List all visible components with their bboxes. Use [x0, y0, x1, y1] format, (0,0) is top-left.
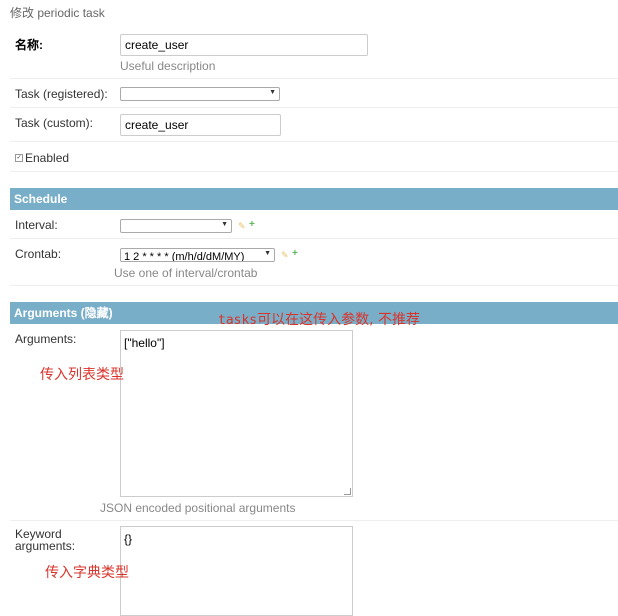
divider — [10, 78, 618, 79]
task-custom-label: Task (custom): — [15, 116, 94, 130]
dict-annotation: 传入字典类型 — [45, 565, 129, 581]
crontab-help: Use one of interval/crontab — [114, 266, 258, 280]
tasks-annotation: tasks可以在这传入参数, 不推荐 — [218, 309, 420, 329]
task-registered-label: Task (registered): — [15, 87, 108, 101]
task-custom-input[interactable] — [120, 114, 281, 136]
pencil-icon[interactable]: ✎ — [281, 250, 289, 261]
list-annotation: 传入列表类型 — [40, 367, 124, 383]
enabled-label: Enabled — [25, 151, 70, 165]
arguments-textarea[interactable]: ["hello"] — [120, 330, 353, 497]
interval-label: Interval: — [15, 218, 58, 232]
dropdown-arrow-icon: ▼ — [264, 250, 271, 257]
tasks-annotation-text: 可以在这传入参数, 不推荐 — [257, 312, 421, 328]
crontab-label: Crontab: — [15, 247, 62, 261]
enabled-checkbox[interactable]: ✓ — [15, 154, 23, 162]
page-title: 修改 periodic task — [10, 6, 105, 20]
crontab-select[interactable]: 1 2 * * * * (m/h/d/dM/MY) ▼ — [120, 248, 275, 262]
divider — [10, 285, 618, 286]
resize-grip-icon[interactable] — [344, 488, 351, 495]
tasks-annotation-prefix: tasks — [218, 313, 258, 328]
divider — [10, 520, 618, 521]
pencil-icon[interactable]: ✎ — [238, 221, 246, 232]
kwargs-label-line2: arguments: — [15, 539, 76, 553]
kwargs-textarea[interactable]: {} — [120, 526, 353, 616]
divider — [10, 107, 618, 108]
name-input[interactable] — [120, 34, 368, 56]
divider — [10, 238, 618, 239]
kwargs-label: Keyword arguments: — [15, 528, 75, 552]
interval-select[interactable]: ▼ — [120, 219, 232, 233]
divider — [10, 171, 618, 172]
plus-icon[interactable]: + — [249, 219, 255, 230]
dropdown-arrow-icon: ▼ — [269, 89, 276, 96]
arguments-help: JSON encoded positional arguments — [100, 501, 296, 515]
arguments-value: ["hello"] — [124, 336, 165, 350]
arguments-label: Arguments: — [15, 332, 77, 346]
task-registered-select[interactable]: ▼ — [120, 87, 280, 101]
schedule-section-header: Schedule — [10, 188, 618, 210]
divider — [10, 141, 618, 142]
name-label: 名称: — [15, 38, 43, 52]
kwargs-value: {} — [124, 532, 133, 546]
plus-icon[interactable]: + — [292, 248, 298, 259]
dropdown-arrow-icon: ▼ — [221, 221, 228, 228]
crontab-value: 1 2 * * * * (m/h/d/dM/MY) — [124, 251, 245, 262]
name-help: Useful description — [120, 59, 216, 73]
